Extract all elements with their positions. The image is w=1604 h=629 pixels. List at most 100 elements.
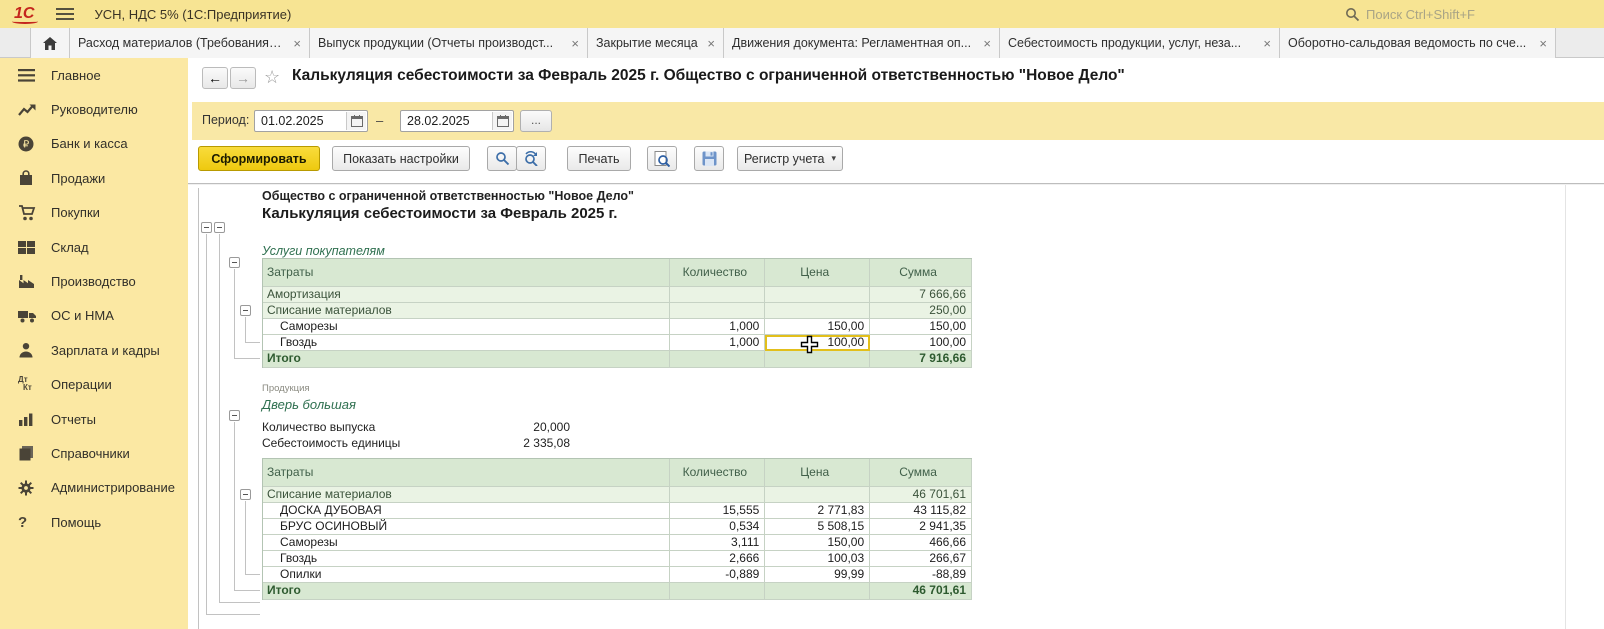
cell-name[interactable]: Списание материалов — [263, 487, 670, 503]
close-icon[interactable]: × — [1539, 36, 1547, 51]
cell-qty[interactable]: 1,000 — [670, 319, 765, 335]
cell-name[interactable]: Саморезы — [263, 535, 670, 551]
cell-qty[interactable] — [670, 487, 765, 503]
main-menu-icon[interactable] — [56, 8, 74, 20]
collapse-minus-button[interactable] — [240, 489, 251, 500]
calendar-icon[interactable] — [492, 112, 512, 130]
cell-price[interactable] — [765, 303, 870, 319]
cell-name[interactable]: ДОСКА ДУБОВАЯ — [263, 503, 670, 519]
tab-rashod-materialov[interactable]: Расход материалов (Требования-накла... × — [70, 28, 310, 58]
cell-name[interactable]: Гвоздь — [263, 335, 670, 351]
show-settings-button[interactable]: Показать настройки — [332, 146, 470, 171]
sidebar-item-operacii[interactable]: ДтКт Операции — [0, 368, 188, 402]
cell-price[interactable]: 150,00 — [765, 535, 870, 551]
cell-sum[interactable]: 466,66 — [870, 535, 972, 551]
sidebar-item-pokupki[interactable]: Покупки — [0, 196, 188, 230]
cell-sum[interactable]: 46 701,61 — [870, 487, 972, 503]
collapse-minus-button[interactable] — [229, 257, 240, 268]
print-button[interactable]: Печать — [567, 146, 631, 171]
close-icon[interactable]: × — [1263, 36, 1271, 51]
period-to-input[interactable]: 28.02.2025 — [400, 110, 514, 132]
cell-qty[interactable]: 2,666 — [670, 551, 765, 567]
cell-qty[interactable]: 0,534 — [670, 519, 765, 535]
sidebar-item-os-i-nma[interactable]: ОС и НМА — [0, 299, 188, 333]
cell-sum[interactable]: 150,00 — [870, 319, 972, 335]
close-icon[interactable]: × — [571, 36, 579, 51]
cell-name[interactable]: Опилки — [263, 567, 670, 583]
cell-price[interactable]: 100,03 — [765, 551, 870, 567]
cell-price[interactable] — [765, 583, 870, 600]
cell-sum[interactable]: -88,89 — [870, 567, 972, 583]
favorite-star-icon[interactable]: ☆ — [264, 67, 280, 88]
cell-name[interactable]: Саморезы — [263, 319, 670, 335]
cell-qty[interactable]: 1,000 — [670, 335, 765, 351]
global-search-input[interactable]: Поиск Ctrl+Shift+F — [1345, 3, 1560, 25]
info-value[interactable]: 2 335,08 — [523, 436, 570, 450]
back-button[interactable]: ← — [202, 67, 228, 89]
tab-vypusk-produkcii[interactable]: Выпуск продукции (Отчеты производст... × — [310, 28, 588, 58]
period-more-button[interactable]: ... — [520, 110, 552, 132]
forward-button[interactable]: → — [230, 67, 256, 89]
tab-zakrytie-mesyaca[interactable]: Закрытие месяца × — [588, 28, 724, 58]
register-dropdown-button[interactable]: Регистр учета ▾ — [737, 146, 843, 171]
cell-name[interactable]: Амортизация — [263, 287, 670, 303]
cell-total-label[interactable]: Итого — [263, 351, 670, 368]
cell-sum[interactable]: 250,00 — [870, 303, 972, 319]
tab-osv[interactable]: Оборотно-сальдовая ведомость по сче... × — [1280, 28, 1556, 58]
cell-qty[interactable]: -0,889 — [670, 567, 765, 583]
cell-price[interactable]: 99,99 — [765, 567, 870, 583]
find-next-button[interactable] — [516, 146, 546, 171]
print-preview-button[interactable] — [647, 146, 677, 171]
cell-sum[interactable]: 2 941,35 — [870, 519, 972, 535]
cell-qty[interactable]: 3,111 — [670, 535, 765, 551]
cell-total-sum[interactable]: 7 916,66 — [870, 351, 972, 368]
cell-qty[interactable] — [670, 583, 765, 600]
chevron-down-icon: ▾ — [832, 153, 837, 164]
cell-qty[interactable] — [670, 287, 765, 303]
sidebar-item-prodazhi[interactable]: Продажи — [0, 161, 188, 195]
cell-total-sum[interactable]: 46 701,61 — [870, 583, 972, 600]
close-icon[interactable]: × — [293, 36, 301, 51]
sidebar-item-rukovoditelyu[interactable]: Руководителю — [0, 92, 188, 126]
collapse-minus-button[interactable] — [201, 222, 212, 233]
cell-qty[interactable] — [670, 351, 765, 368]
generate-button[interactable]: Сформировать — [198, 146, 320, 171]
cell-name[interactable]: Списание материалов — [263, 303, 670, 319]
sidebar-item-zarplata[interactable]: Зарплата и кадры — [0, 333, 188, 367]
cell-price[interactable]: 2 771,83 — [765, 503, 870, 519]
sidebar-item-pomosch[interactable]: ? Помощь — [0, 505, 188, 539]
collapse-minus-button[interactable] — [240, 305, 251, 316]
cell-sum[interactable]: 43 115,82 — [870, 503, 972, 519]
cell-price[interactable] — [765, 487, 870, 503]
collapse-minus-button[interactable] — [229, 410, 240, 421]
sidebar-item-spravochniki[interactable]: Справочники — [0, 436, 188, 470]
sidebar-item-sklad[interactable]: Склад — [0, 230, 188, 264]
close-icon[interactable]: × — [707, 36, 715, 51]
tab-home[interactable] — [30, 28, 70, 58]
info-value[interactable]: 20,000 — [533, 420, 570, 434]
cell-sum[interactable]: 7 666,66 — [870, 287, 972, 303]
save-button[interactable] — [694, 146, 724, 171]
close-icon[interactable]: × — [983, 36, 991, 51]
cell-total-label[interactable]: Итого — [263, 583, 670, 600]
cell-name[interactable]: БРУС ОСИНОВЫЙ — [263, 519, 670, 535]
find-button[interactable] — [487, 146, 517, 171]
sidebar-item-administrirovanie[interactable]: Администрирование — [0, 471, 188, 505]
cell-price[interactable]: 5 508,15 — [765, 519, 870, 535]
tab-dvizheniya-dokumenta[interactable]: Движения документа: Регламентная оп... × — [724, 28, 1000, 58]
sidebar-item-otchety[interactable]: Отчеты — [0, 402, 188, 436]
cell-price[interactable]: 150,00 — [765, 319, 870, 335]
cell-sum[interactable]: 266,67 — [870, 551, 972, 567]
sidebar-item-glavnoe[interactable]: Главное — [0, 58, 188, 92]
collapse-minus-button[interactable] — [214, 222, 225, 233]
calendar-icon[interactable] — [346, 112, 366, 130]
cell-sum[interactable]: 100,00 — [870, 335, 972, 351]
cell-qty[interactable]: 15,555 — [670, 503, 765, 519]
tab-sebestoimost[interactable]: Себестоимость продукции, услуг, неза... … — [1000, 28, 1280, 58]
cell-name[interactable]: Гвоздь — [263, 551, 670, 567]
sidebar-item-proizvodstvo[interactable]: Производство — [0, 264, 188, 298]
sidebar-item-bank-i-kassa[interactable]: ₽ Банк и касса — [0, 127, 188, 161]
cell-qty[interactable] — [670, 303, 765, 319]
cell-price[interactable] — [765, 287, 870, 303]
period-from-input[interactable]: 01.02.2025 — [254, 110, 368, 132]
